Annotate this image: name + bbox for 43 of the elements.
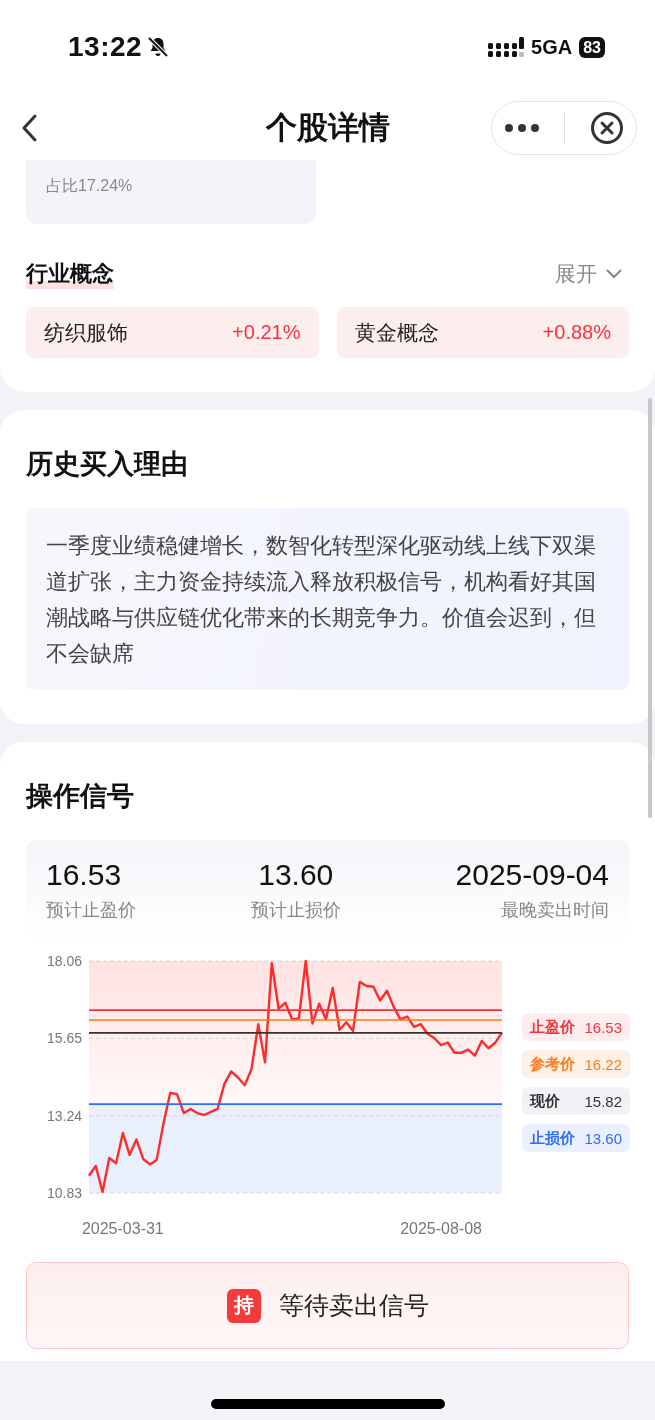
axis-label: 2025-08-08 xyxy=(400,1220,482,1237)
stat-value: 16.53 xyxy=(46,858,123,892)
stat-label: 最晚卖出时间 xyxy=(501,899,609,922)
concept-name: 纺织服饰 xyxy=(44,319,128,346)
signal-icon xyxy=(488,36,525,59)
expand-button[interactable]: 展开 xyxy=(555,260,629,288)
price-level-value: 16.53 xyxy=(584,1018,622,1036)
axis-label: 18.06 xyxy=(47,953,83,969)
section-title: 操作信号 xyxy=(26,780,135,813)
price-level-label: 止盈价 xyxy=(530,1017,575,1037)
reason-text: 一季度业绩稳健增长，数智化转型深化驱动线上线下双渠道扩张，主力资金持续流入释放积极信号，机构看好其国潮战略与供应链优化带来的长期竞争力。价值会迟到，但不会缺席 xyxy=(46,532,597,668)
concept-chip[interactable]: 纺织服饰 +0.21% xyxy=(26,307,319,358)
hold-badge: 持 xyxy=(226,1288,261,1323)
section-title: 历史买入理由 xyxy=(26,448,189,481)
concept-chip[interactable]: 黄金概念 +0.88% xyxy=(336,307,629,358)
axis-label: 10.83 xyxy=(47,1185,83,1201)
stat-value: 13.60 xyxy=(258,858,334,892)
summary-text: 占比17.24% xyxy=(46,176,134,196)
axis-label: 2025-03-31 xyxy=(81,1220,164,1237)
price-level-label: 参考价 xyxy=(530,1054,575,1074)
section-title: 行业概念 xyxy=(26,259,114,289)
page-title: 个股详情 xyxy=(265,108,390,147)
concept-change: +0.21% xyxy=(232,321,301,344)
muted-bell-icon xyxy=(146,34,171,59)
status-time: 13:22 xyxy=(68,30,143,63)
axis-label: 15.65 xyxy=(47,1030,83,1047)
price-level-value: 15.82 xyxy=(584,1092,622,1110)
action-button[interactable]: 持 等待卖出信号 xyxy=(26,1262,629,1349)
stat-label: 预计止盈价 xyxy=(46,899,136,922)
price-level-label: 止损价 xyxy=(530,1128,575,1148)
price-level-value: 13.60 xyxy=(584,1129,622,1147)
network-label: 5GA xyxy=(531,36,573,59)
price-level-label: 现价 xyxy=(530,1091,560,1111)
axis-label: 13.24 xyxy=(47,1107,83,1124)
concept-change: +0.88% xyxy=(542,321,611,344)
stat-label: 预计止损价 xyxy=(250,899,341,922)
stat-value: 2025-09-04 xyxy=(455,858,609,892)
more-icon[interactable] xyxy=(504,123,541,133)
concept-name: 黄金概念 xyxy=(354,319,439,346)
price-level-value: 16.22 xyxy=(584,1055,622,1073)
chevron-down-icon xyxy=(605,268,623,280)
battery-indicator: 83 xyxy=(579,37,605,58)
close-icon[interactable] xyxy=(589,111,624,145)
